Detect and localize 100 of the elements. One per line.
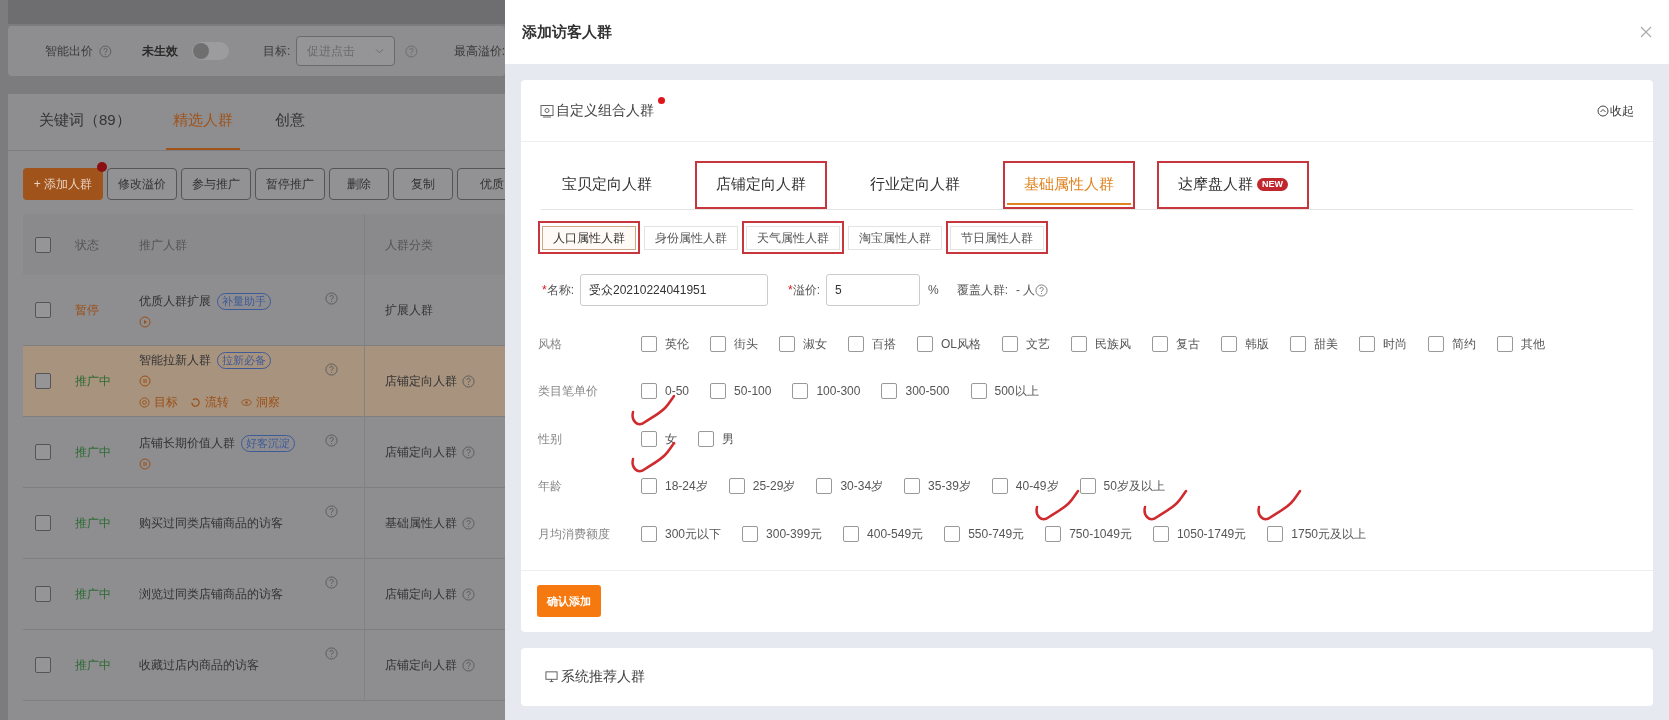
monitor-icon xyxy=(545,670,558,683)
option-label: 简约 xyxy=(1452,335,1476,353)
checkbox[interactable] xyxy=(1152,525,1169,542)
tab[interactable]: 关键词（89） xyxy=(32,93,138,150)
checkbox[interactable] xyxy=(35,444,51,460)
checkbox[interactable] xyxy=(779,335,795,352)
loop-icon xyxy=(190,396,201,408)
checkbox[interactable] xyxy=(1002,335,1018,352)
checkbox[interactable] xyxy=(35,373,51,389)
checkbox[interactable] xyxy=(1290,335,1306,352)
subtab[interactable]: 人口属性人群 xyxy=(542,226,636,250)
checkbox[interactable] xyxy=(641,430,657,447)
subtab[interactable]: 节日属性人群 xyxy=(950,226,1044,250)
checkbox[interactable] xyxy=(904,478,921,495)
checkbox[interactable] xyxy=(728,478,745,495)
checkbox[interactable] xyxy=(792,383,809,400)
checkbox[interactable] xyxy=(641,335,657,352)
tab[interactable]: 基础属性人群 xyxy=(1007,165,1131,205)
checkbox[interactable] xyxy=(35,586,51,602)
checkbox[interactable] xyxy=(710,335,726,352)
checkbox[interactable] xyxy=(641,478,657,495)
checkbox[interactable] xyxy=(917,335,933,352)
tab[interactable]: 宝贝定向人群 xyxy=(545,165,669,205)
crowd-name: 浏览过同类店铺商品的访客 xyxy=(139,586,283,603)
input-field[interactable]: 受众20210224041951 xyxy=(580,274,768,306)
checkbox[interactable] xyxy=(698,430,714,447)
checkbox[interactable] xyxy=(881,383,898,400)
checkbox[interactable] xyxy=(1497,335,1513,352)
checkbox[interactable] xyxy=(35,302,51,318)
toolbar-button[interactable]: 修改溢价 xyxy=(107,168,177,200)
tab[interactable]: 行业定向人群 xyxy=(853,165,977,205)
checkbox[interactable] xyxy=(970,383,987,400)
status-text: 推广中 xyxy=(75,444,112,461)
toggle-label: 未生效 xyxy=(141,43,178,60)
toggle-switch[interactable] xyxy=(191,42,230,60)
checkbox[interactable] xyxy=(742,525,759,542)
confirm-add-button[interactable]: 确认添加 xyxy=(537,585,601,617)
checkbox[interactable] xyxy=(1045,525,1062,542)
option-label: 韩版 xyxy=(1245,335,1269,353)
checkbox[interactable] xyxy=(1359,335,1375,352)
percent-unit: % xyxy=(928,282,939,299)
checkbox[interactable] xyxy=(641,383,657,400)
toolbar-button[interactable]: 优质 xyxy=(457,168,505,200)
category-text: 店铺定向人群 xyxy=(385,444,457,461)
toolbar-button[interactable]: 复制 xyxy=(393,168,453,200)
checkbox[interactable] xyxy=(1152,335,1168,352)
toolbar-button[interactable]: 参与推广 xyxy=(181,168,251,200)
option-label: 男 xyxy=(722,430,734,448)
card-title: 自定义组合人群 xyxy=(556,101,654,120)
checkbox[interactable] xyxy=(35,515,51,531)
input-field[interactable]: 5 xyxy=(826,274,921,306)
pause-icon[interactable] xyxy=(139,458,151,470)
crowd-name: 店铺长期价值人群 xyxy=(139,435,235,452)
toolbar-button[interactable]: 删除 xyxy=(329,168,389,200)
checkbox[interactable] xyxy=(991,478,1008,495)
help-icon xyxy=(325,433,338,447)
checkbox[interactable] xyxy=(641,525,657,542)
option-label: 淑女 xyxy=(803,335,827,353)
option-label: OL风格 xyxy=(941,335,981,353)
status-text: 推广中 xyxy=(75,515,112,532)
checkbox[interactable] xyxy=(1079,478,1096,495)
subtab[interactable]: 身份属性人群 xyxy=(644,226,738,250)
option-label: 1750元及以上 xyxy=(1291,525,1366,543)
status-text: 推广中 xyxy=(75,586,112,603)
checkbox[interactable] xyxy=(35,657,51,673)
field-label: *溢价: xyxy=(788,282,821,299)
checkbox[interactable] xyxy=(944,525,961,542)
checkbox[interactable] xyxy=(710,383,727,400)
option-label: 30-34岁 xyxy=(840,478,884,496)
group-label: 月均消费额度 xyxy=(538,525,611,543)
help-icon xyxy=(325,575,338,589)
crowd-name: 智能拉新人群 xyxy=(139,352,211,369)
checkbox[interactable] xyxy=(1428,335,1444,352)
checkbox[interactable] xyxy=(35,236,51,253)
add-crowd-button[interactable]: + 添加人群 xyxy=(23,168,103,200)
crowd-name: 收藏过店内商品的访客 xyxy=(139,657,259,674)
checkbox[interactable] xyxy=(1267,525,1284,542)
tab[interactable]: 店铺定向人群 xyxy=(699,165,823,205)
checkbox[interactable] xyxy=(816,478,833,495)
subtab[interactable]: 天气属性人群 xyxy=(746,226,840,250)
option-label: 百搭 xyxy=(872,335,896,353)
collapse-button[interactable]: 收起 xyxy=(1597,101,1634,120)
max-premium-label: 最高溢价: xyxy=(453,43,505,60)
pause-icon[interactable] xyxy=(139,375,151,387)
status-text: 推广中 xyxy=(75,373,112,390)
option-label: 其他 xyxy=(1521,335,1545,353)
help-icon xyxy=(325,291,338,305)
checkbox[interactable] xyxy=(1071,335,1087,352)
play-icon[interactable] xyxy=(139,316,151,328)
toolbar-button[interactable]: 暂停推广 xyxy=(255,168,325,200)
checkbox[interactable] xyxy=(848,335,864,352)
tab[interactable]: 创意 xyxy=(267,93,312,150)
checkbox[interactable] xyxy=(1221,335,1237,352)
option-label: 复古 xyxy=(1176,335,1200,353)
checkbox[interactable] xyxy=(843,525,860,542)
option-label: 50岁及以上 xyxy=(1103,478,1165,496)
subtab[interactable]: 淘宝属性人群 xyxy=(848,226,942,250)
close-icon xyxy=(1640,26,1652,38)
tab[interactable]: 达摩盘人群 NEW xyxy=(1161,165,1305,205)
option-label: 25-29岁 xyxy=(752,478,796,496)
